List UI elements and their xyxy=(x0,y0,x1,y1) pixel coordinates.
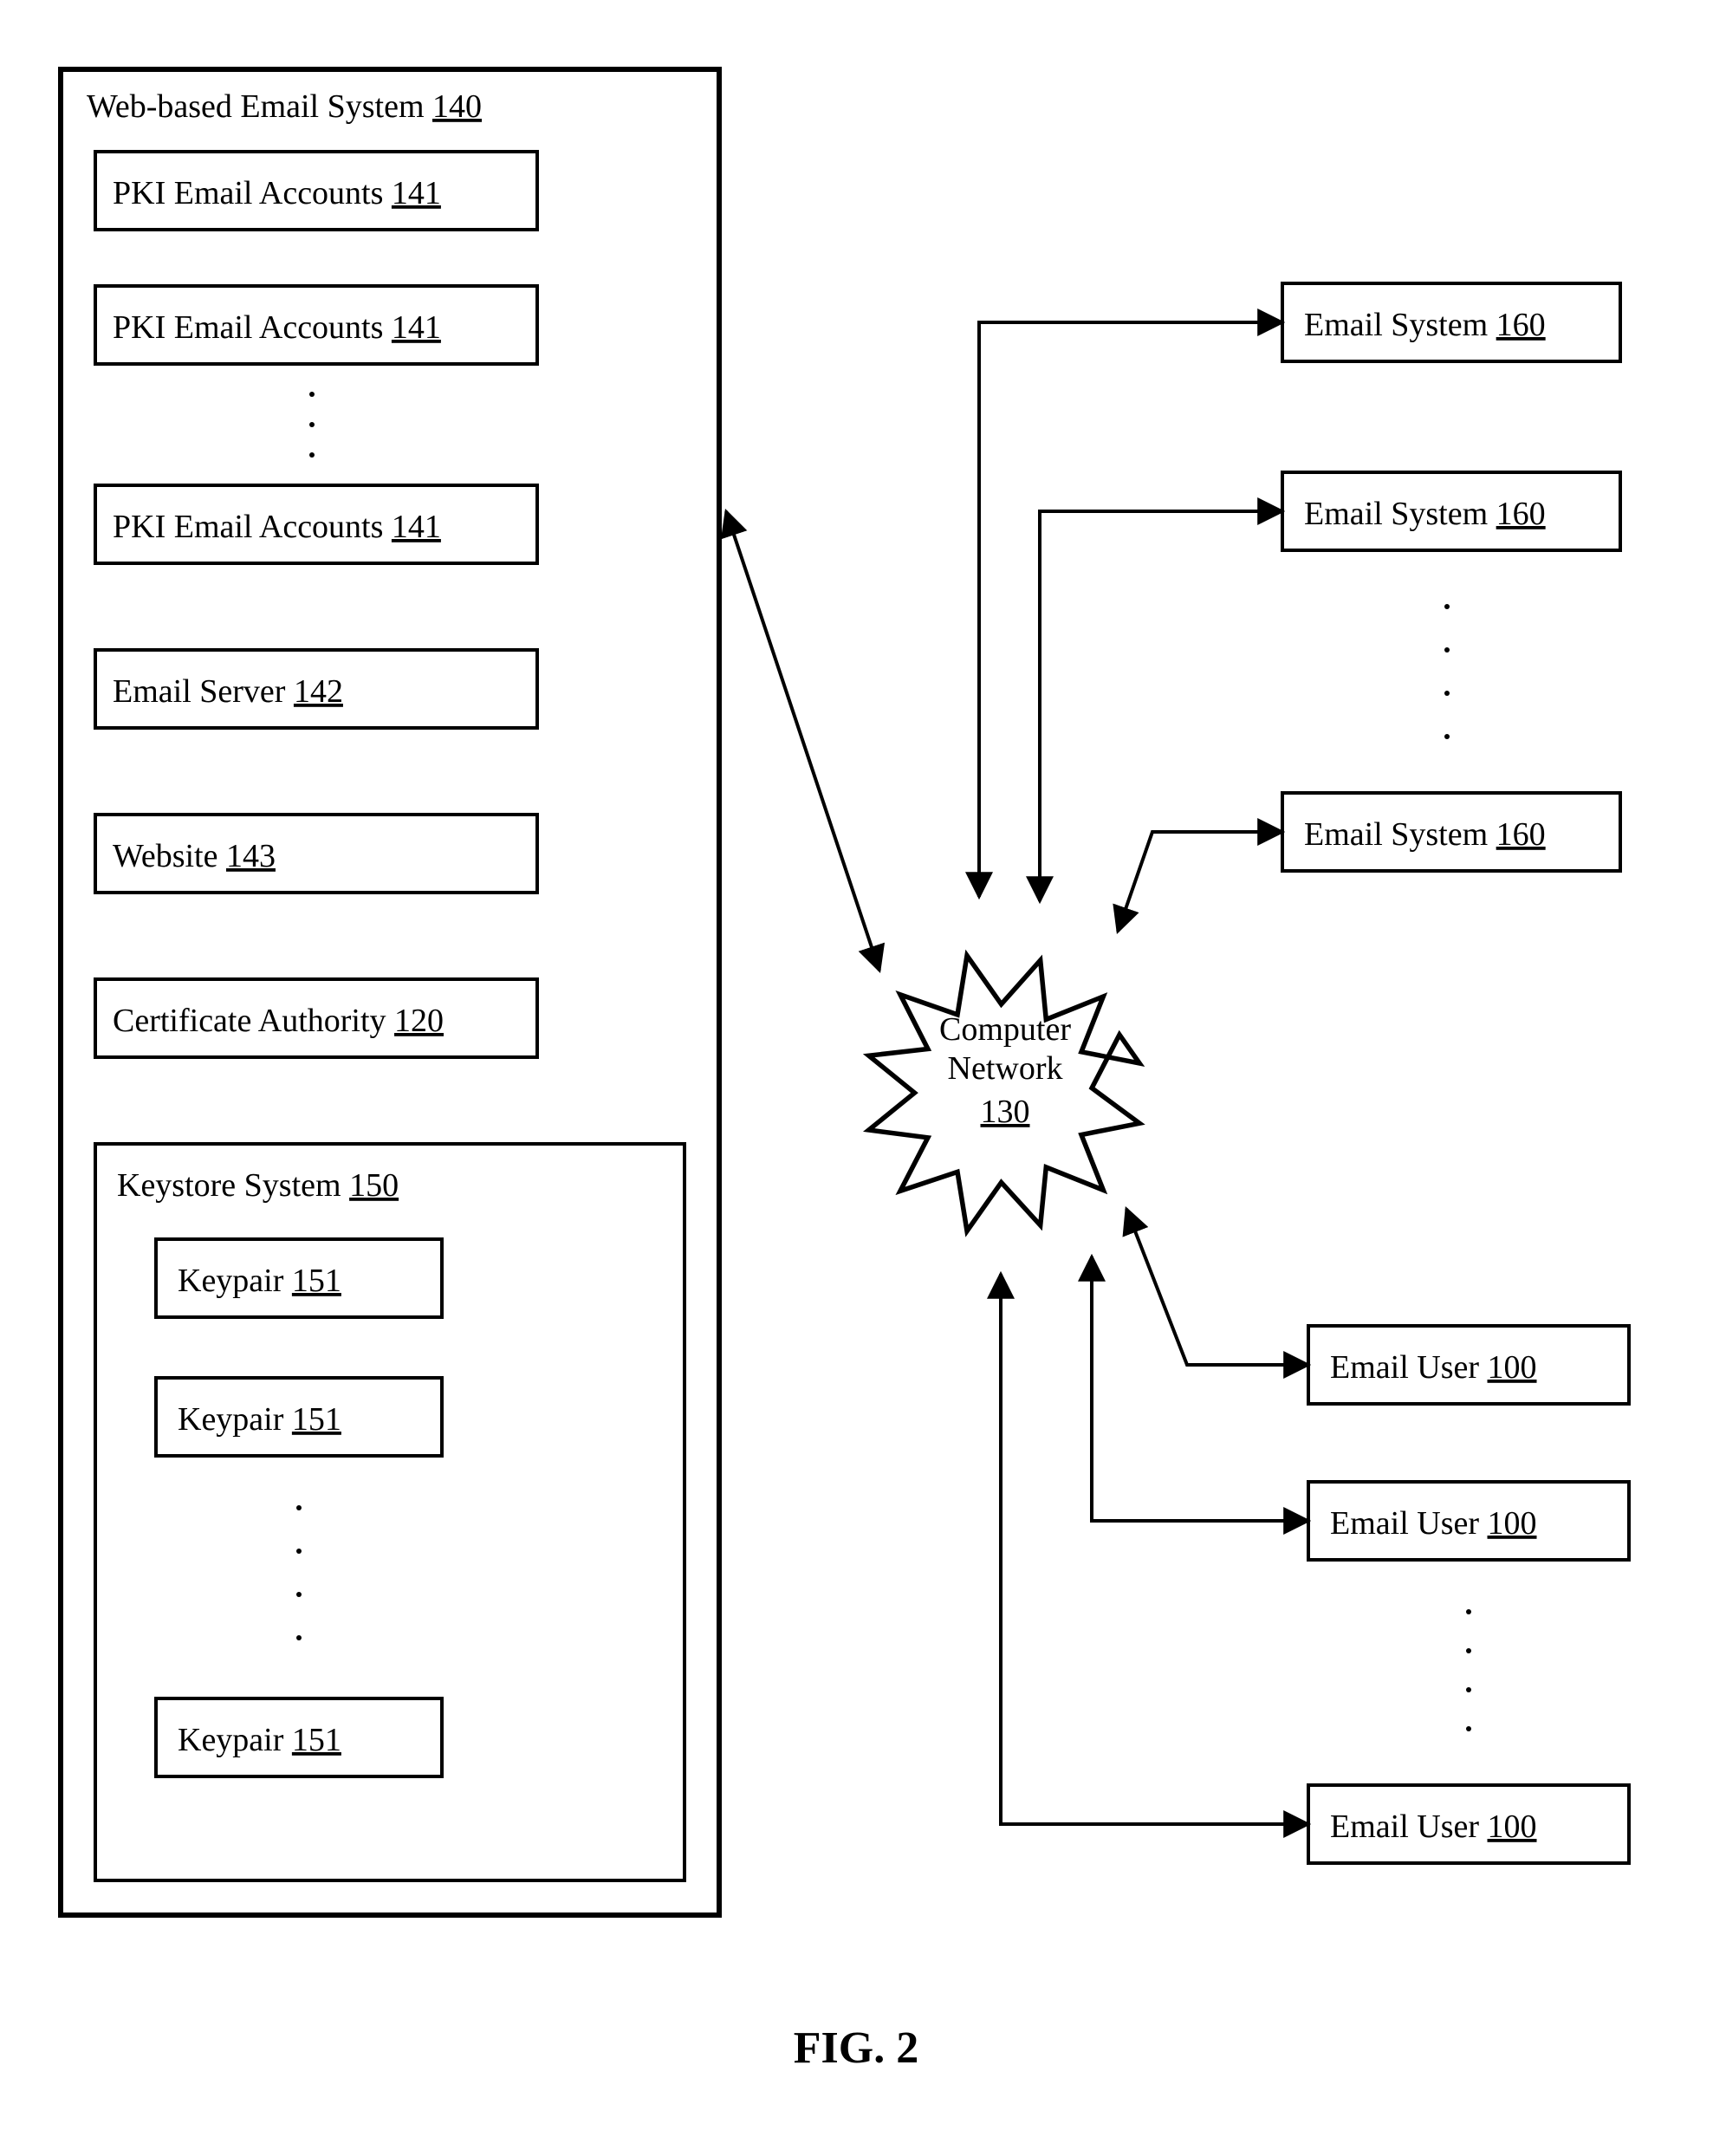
diagram-svg: Web-based Email System 140 PKI Email Acc… xyxy=(0,0,1713,2156)
svg-text:Email System 160: Email System 160 xyxy=(1304,816,1546,853)
email-system-ref: 160 xyxy=(1496,496,1546,532)
ellipsis-icon xyxy=(296,1505,302,1640)
email-system-label: Email System xyxy=(1304,496,1488,532)
email-server-ref: 142 xyxy=(294,673,343,710)
ellipsis-icon xyxy=(1444,604,1450,739)
cert-authority-ref: 120 xyxy=(394,1003,444,1039)
network-label-line1: Computer xyxy=(939,1011,1071,1048)
email-server-box: Email Server 142 xyxy=(95,650,537,728)
email-system-box-1: Email System 160 xyxy=(1282,283,1620,361)
svg-text:PKI Email Accounts: PKI Email Accounts 141 xyxy=(113,309,441,346)
keystore-system-label: Keystore System xyxy=(117,1167,341,1204)
email-system-label: Email System xyxy=(1304,816,1488,853)
figure-caption: FIG. 2 xyxy=(794,2023,918,2073)
pki-account-ref: 141 xyxy=(392,175,441,211)
pki-account-box-3: PKI Email Accounts 141 xyxy=(95,485,537,563)
svg-text:Web-based Email System: Web-based Email System 140 xyxy=(87,88,482,125)
keypair-ref: 151 xyxy=(292,1263,341,1299)
email-system-box-2: Email System 160 xyxy=(1282,472,1620,550)
website-box: Website 143 xyxy=(95,815,537,893)
keystore-system-box: Keystore System 150 Keypair 151 Keypair xyxy=(95,1144,685,1880)
pki-account-box-1: PKI Email Accounts 141 xyxy=(95,152,537,230)
web-email-system-box: Web-based Email System 140 PKI Email Acc… xyxy=(61,69,719,1915)
website-ref: 143 xyxy=(226,838,276,874)
pki-account-label: PKI Email Accounts xyxy=(113,175,383,211)
email-user-box-1: Email User 100 xyxy=(1308,1326,1629,1404)
ellipsis-icon xyxy=(309,392,315,458)
svg-text:Keypair: Keypair 151 xyxy=(178,1401,341,1438)
keypair-label: Keypair xyxy=(178,1722,284,1758)
keypair-label: Keypair xyxy=(178,1401,284,1438)
svg-text:Website 143: Website 143 xyxy=(113,838,276,874)
email-user-ref: 100 xyxy=(1488,1349,1537,1386)
pki-account-ref: 141 xyxy=(392,309,441,346)
keypair-ref: 151 xyxy=(292,1722,341,1758)
email-server-label: Email Server xyxy=(113,673,286,710)
pki-account-ref: 141 xyxy=(392,509,441,545)
email-user-label: Email User xyxy=(1330,1809,1479,1845)
email-user-label: Email User xyxy=(1330,1349,1479,1386)
svg-text:Keypair: Keypair 151 xyxy=(178,1263,341,1299)
email-user-box-2: Email User 100 xyxy=(1308,1482,1629,1560)
email-user-label: Email User xyxy=(1330,1505,1479,1542)
website-label: Website xyxy=(113,838,217,874)
svg-text:Email System 160: Email System 160 xyxy=(1304,496,1546,532)
email-system-ref: 160 xyxy=(1496,816,1546,853)
email-system-label: Email System xyxy=(1304,307,1488,343)
svg-text:PKI Email Accounts: PKI Email Accounts 141 xyxy=(113,509,441,545)
network-label-line2: Network xyxy=(948,1050,1063,1087)
email-system-ref: 160 xyxy=(1496,307,1546,343)
network-ref: 130 xyxy=(981,1094,1030,1130)
pki-account-label: PKI Email Accounts xyxy=(113,309,383,346)
keypair-label: Keypair xyxy=(178,1263,284,1299)
web-email-system-label: Web-based Email System xyxy=(87,88,425,125)
keypair-ref: 151 xyxy=(292,1401,341,1438)
email-system-box-3: Email System 160 xyxy=(1282,793,1620,871)
svg-text:Email User 100: Email User 100 xyxy=(1330,1349,1537,1386)
svg-text:Email Server: Email Server 142 xyxy=(113,673,343,710)
svg-text:Keystore System: Keystore System 150 xyxy=(117,1167,399,1204)
svg-text:Email System 160: Email System 160 xyxy=(1304,307,1546,343)
ellipsis-icon xyxy=(1466,1609,1471,1731)
pki-account-box-2: PKI Email Accounts 141 xyxy=(95,286,537,364)
email-user-ref: 100 xyxy=(1488,1809,1537,1845)
web-email-system-ref: 140 xyxy=(432,88,482,125)
keypair-box-3: Keypair 151 xyxy=(156,1698,442,1776)
email-user-box-3: Email User 100 xyxy=(1308,1785,1629,1863)
svg-text:Email User 100: Email User 100 xyxy=(1330,1505,1537,1542)
computer-network-node: Computer Network 130 xyxy=(869,956,1139,1231)
cert-authority-box: Certificate Authority 120 xyxy=(95,979,537,1057)
email-user-ref: 100 xyxy=(1488,1505,1537,1542)
pki-account-label: PKI Email Accounts xyxy=(113,509,383,545)
svg-text:Certificate Authority: Certificate Authority 120 xyxy=(113,1003,444,1039)
svg-text:PKI Email Accounts: PKI Email Accounts 141 xyxy=(113,175,441,211)
keypair-box-2: Keypair 151 xyxy=(156,1378,442,1456)
svg-text:Email User 100: Email User 100 xyxy=(1330,1809,1537,1845)
cert-authority-label: Certificate Authority xyxy=(113,1003,386,1039)
keypair-box-1: Keypair 151 xyxy=(156,1239,442,1317)
keystore-system-ref: 150 xyxy=(349,1167,399,1204)
svg-text:Keypair: Keypair 151 xyxy=(178,1722,341,1758)
